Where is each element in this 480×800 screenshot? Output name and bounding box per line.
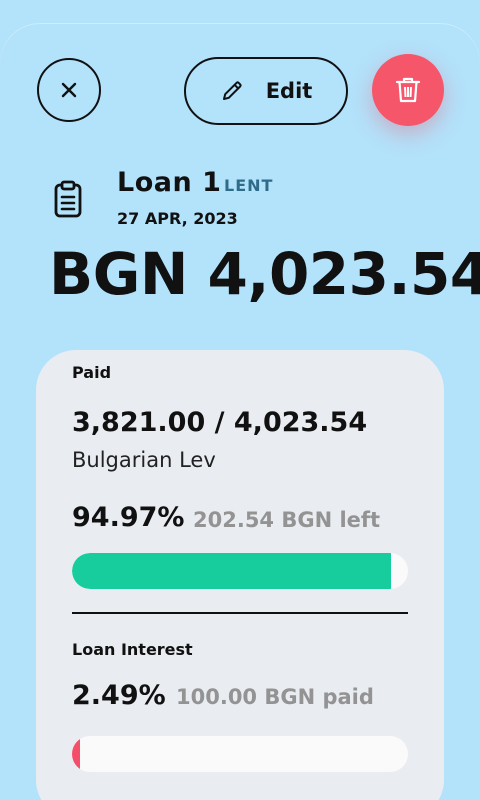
loan-date: 27 APR, 2023 (117, 209, 238, 228)
interest-paid-note: 100.00 BGN paid (176, 685, 374, 709)
paid-remaining-note: 202.54 BGN left (193, 508, 381, 532)
loan-amount: BGN 4,023.54 (49, 240, 480, 308)
interest-progress-bar (72, 736, 408, 772)
clipboard-icon (54, 180, 82, 218)
interest-section-label: Loan Interest (72, 640, 193, 659)
loan-type-badge: LENT (224, 176, 274, 195)
paid-percent: 94.97% (72, 502, 185, 533)
close-icon (61, 82, 77, 98)
loan-title: Loan 1 (117, 167, 222, 198)
edit-button-label: Edit (265, 79, 313, 103)
delete-button[interactable] (372, 54, 444, 126)
paid-progress-bar (72, 553, 408, 589)
section-divider (72, 612, 408, 614)
interest-percent: 2.49% (72, 680, 166, 711)
paid-section-label: Paid (72, 363, 112, 382)
trash-icon (395, 77, 421, 103)
currency-name: Bulgarian Lev (72, 448, 216, 472)
close-button[interactable] (37, 58, 101, 122)
paid-progress-fill (72, 553, 392, 589)
paid-value: 3,821.00 / 4,023.54 (72, 407, 368, 438)
edit-button[interactable]: Edit (184, 57, 348, 125)
loan-detail-screen: Edit Loan 1 LENT 27 APR, 2023 BGN 4,023.… (0, 0, 480, 800)
pencil-icon (222, 81, 242, 100)
